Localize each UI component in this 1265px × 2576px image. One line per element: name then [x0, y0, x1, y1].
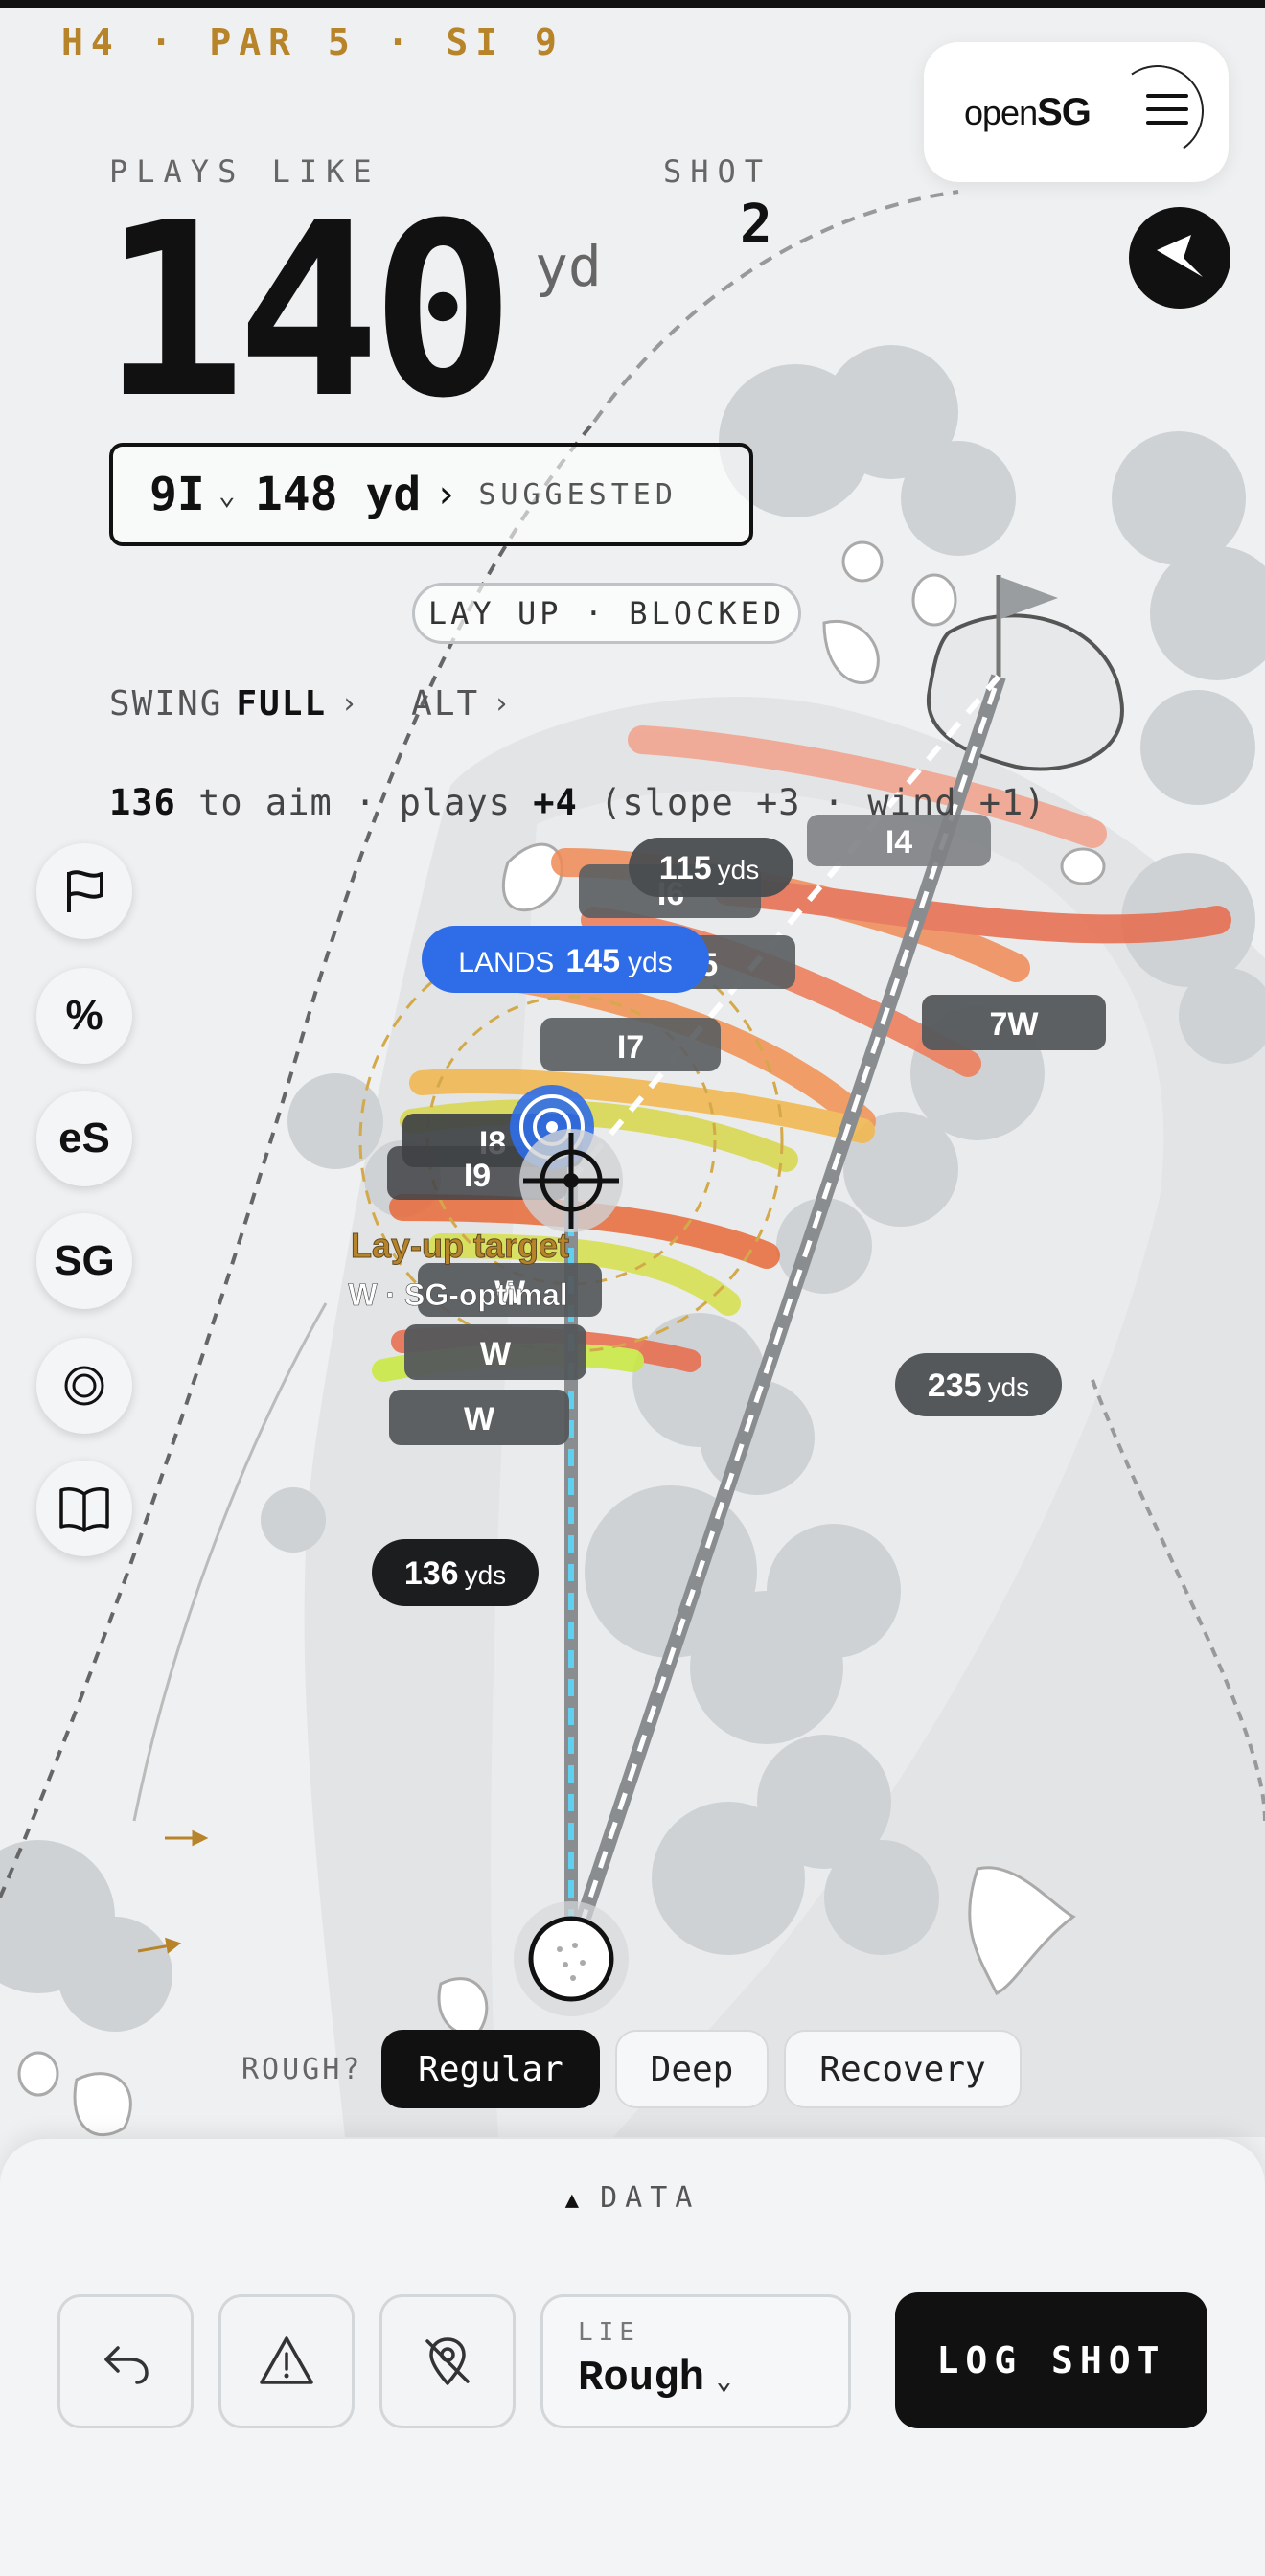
flag-icon	[67, 870, 104, 912]
rough-regular-button[interactable]: Regular	[381, 2030, 600, 2108]
club-selector[interactable]: 9I ⌄ 148 yd › SUGGESTED	[109, 443, 753, 546]
layup-target-label: Lay-up target	[351, 1226, 569, 1265]
shot-label: SHOT	[663, 153, 772, 190]
undo-icon	[104, 2346, 149, 2384]
layup-status-pill[interactable]: LAY UP · BLOCKED	[412, 583, 801, 644]
data-toggle[interactable]: ▲ DATA	[0, 2181, 1265, 2215]
status-bar	[0, 0, 1265, 8]
club-chip-w2: W	[480, 1336, 512, 1372]
club-chip-i9: I9	[464, 1158, 491, 1194]
hole-info: H4 · PAR 5 · SI 9	[61, 21, 564, 63]
lie-selector[interactable]: LIE Rough ⌄	[540, 2294, 851, 2428]
bottom-panel: ▲ DATA LIE Rough ⌄ LOG SHOT	[0, 2139, 1265, 2576]
shot-number: 2	[740, 194, 772, 256]
menu-icon[interactable]	[1146, 94, 1188, 128]
es-icon: eS	[58, 1115, 110, 1162]
rough-deep-button[interactable]: Deep	[615, 2030, 769, 2108]
club-chip-7w: 7W	[990, 1006, 1040, 1043]
triangle-up-icon: ▲	[564, 2186, 587, 2213]
chevron-down-icon: ⌄	[716, 2368, 732, 2398]
flag-tool-button[interactable]	[36, 843, 132, 939]
plays-like-unit: yd	[535, 234, 602, 299]
sg-icon: SG	[54, 1237, 115, 1284]
navigation-arrow-icon	[1157, 235, 1203, 277]
logo-card[interactable]: openSG	[924, 42, 1229, 182]
suggested-badge: SUGGESTED	[478, 477, 678, 512]
drop-location-button[interactable]	[380, 2294, 516, 2428]
rough-label: ROUGH?	[242, 2053, 363, 2086]
undo-button[interactable]	[58, 2294, 194, 2428]
es-tool-button[interactable]: eS	[36, 1091, 132, 1186]
opensg-logo: openSG	[964, 90, 1092, 133]
lie-label: LIE	[578, 2318, 640, 2347]
club-chip-w3: W	[464, 1401, 495, 1438]
svg-text:235yds: 235 yds	[928, 1368, 1029, 1404]
chevron-down-icon: ⌄	[218, 477, 236, 512]
alt-label[interactable]: ALT	[411, 684, 479, 724]
aim-summary: 136 to aim · plays +4 (slope +3 · wind +…	[109, 782, 1046, 823]
book-tool-button[interactable]	[36, 1460, 132, 1556]
target-tool-button[interactable]	[36, 1338, 132, 1434]
percent-tool-button[interactable]: %	[36, 968, 132, 1064]
svg-text:136yds: 136 yds	[404, 1555, 506, 1592]
layup-target-sub: W · SG-optimal	[348, 1277, 567, 1312]
swing-value: FULL	[236, 684, 328, 724]
warning-icon	[260, 2336, 313, 2384]
target-icon	[64, 1366, 104, 1406]
crosshair-icon[interactable]	[519, 1129, 623, 1232]
swing-row[interactable]: SWING FULL › ALT ›	[109, 684, 512, 724]
club-chip-i4: I4	[886, 824, 912, 861]
chevron-right-icon: ›	[434, 472, 458, 517]
swing-label: SWING	[109, 684, 223, 724]
club-name: 9I	[150, 468, 205, 521]
club-distance: 148 yd	[254, 468, 422, 521]
svg-text:115yds: 115 yds	[659, 850, 759, 886]
rough-recovery-button[interactable]: Recovery	[784, 2030, 1022, 2108]
club-chip-i7: I7	[617, 1029, 644, 1066]
penalty-button[interactable]	[218, 2294, 355, 2428]
plays-like-distance: 140	[102, 172, 516, 450]
navigation-button[interactable]	[1129, 207, 1230, 309]
lie-value: Rough ⌄	[578, 2355, 732, 2403]
percent-icon: %	[65, 992, 104, 1039]
chevron-right-icon: ›	[493, 687, 513, 721]
svg-text:LANDS145yds: LANDS 145 yds	[458, 943, 672, 979]
chevron-right-icon: ›	[340, 687, 360, 721]
book-icon	[59, 1487, 109, 1532]
log-shot-button[interactable]: LOG SHOT	[895, 2292, 1208, 2428]
sg-tool-button[interactable]: SG	[36, 1213, 132, 1309]
location-off-icon	[426, 2337, 470, 2385]
ball-position-icon[interactable]	[514, 1901, 629, 2016]
